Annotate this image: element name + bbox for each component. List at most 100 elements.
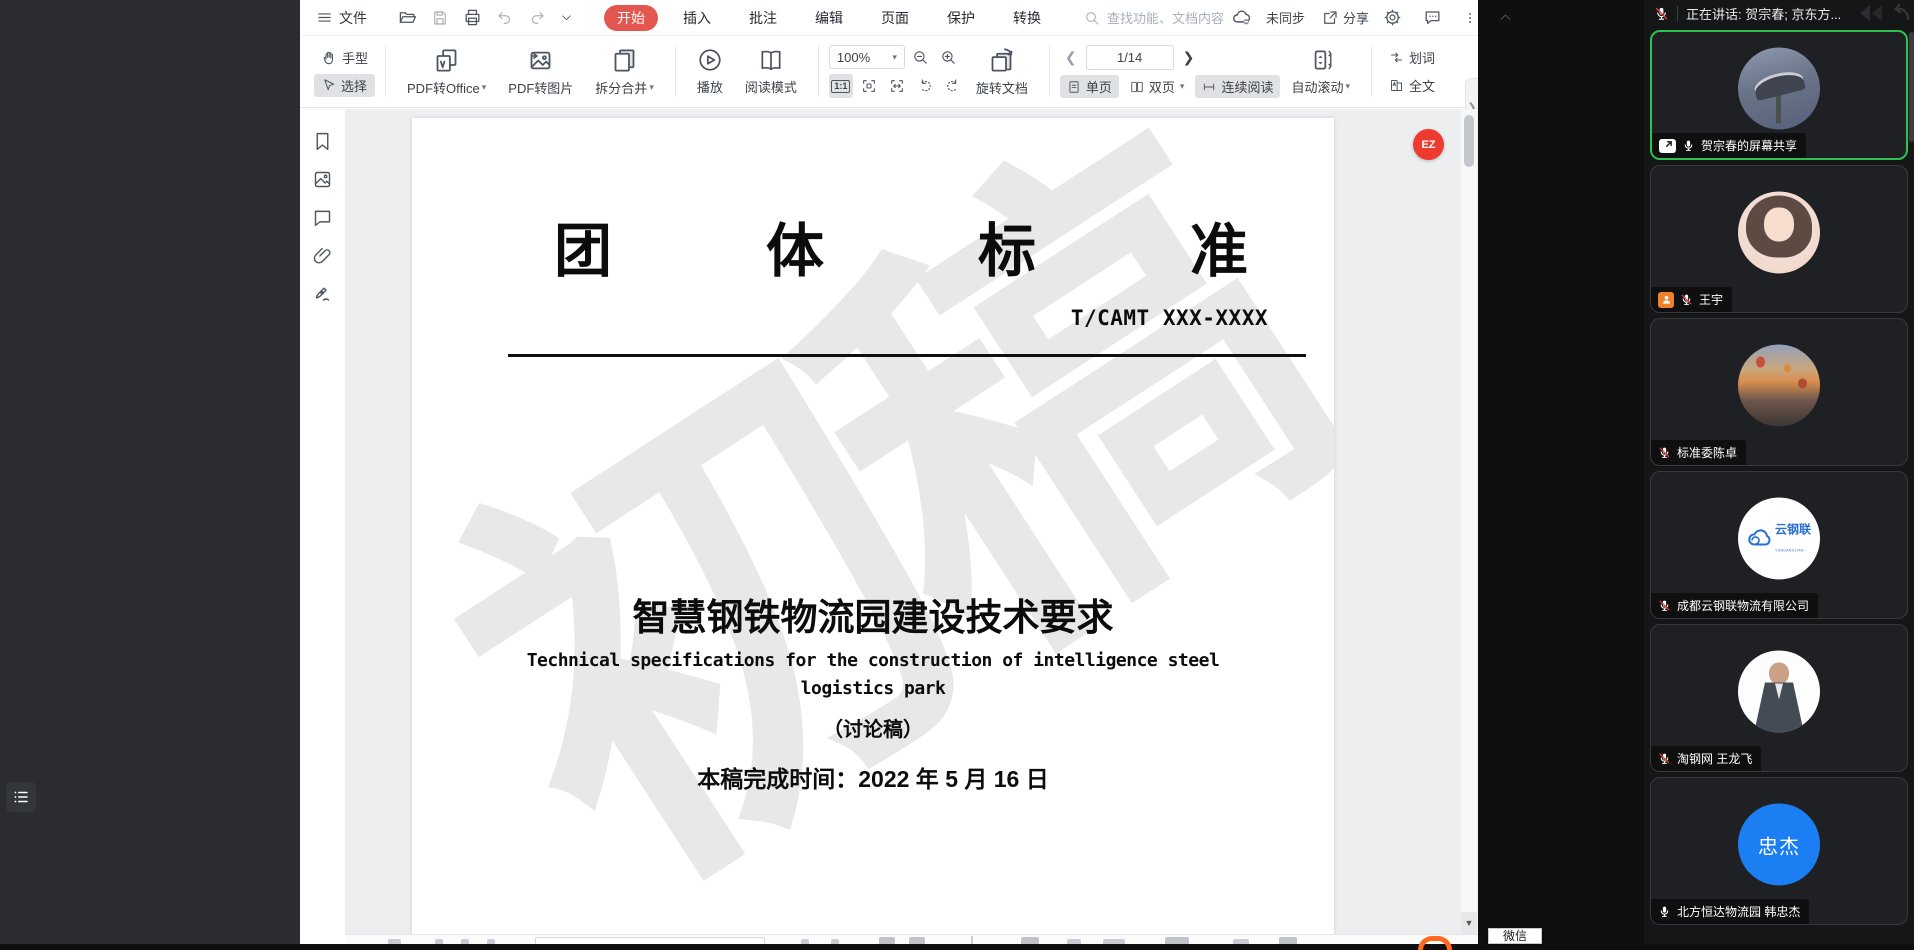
redo-button[interactable] [528,9,546,27]
page-indicator-value: 1/14 [1117,50,1142,65]
pdf-to-image-button[interactable]: PDF转图片 [497,36,584,107]
gear-icon [1383,8,1402,27]
split-merge-label: 拆分合并 [595,78,647,97]
one-to-one-label: 1:1 [831,80,850,93]
scroll-down-button[interactable]: ▼ [1461,912,1477,934]
fit-page-button[interactable] [857,74,881,98]
chevron-down-icon [560,11,573,24]
mic-muted-icon [1654,6,1669,21]
select-tool-label: 选择 [341,76,367,95]
full-translate-label: 全文 [1409,76,1435,95]
single-page-button[interactable]: 单页 [1060,75,1119,98]
print-button[interactable] [463,8,482,27]
participant-tile-chenzhuo[interactable]: 标准委陈卓 [1650,318,1908,466]
comments-panel-icon[interactable] [312,207,333,228]
split-merge-icon [611,47,638,74]
rotate-right-button[interactable] [941,74,965,98]
actual-size-button[interactable]: 1:1 [829,74,853,98]
zoom-in-button[interactable] [937,45,961,69]
cloud-unsynced-icon [1231,7,1252,28]
file-menu[interactable]: 文件 [316,8,367,28]
pdf-to-office-button[interactable]: PDF转Office▾ [396,36,497,107]
continuous-read-button[interactable]: 连续阅读 [1195,75,1280,98]
avatar-initials: 忠杰 [1738,803,1820,885]
outline-widget-button[interactable] [6,782,36,812]
pdf-to-image-icon [527,47,554,74]
page-indicator-input[interactable]: 1/14 [1086,45,1174,70]
panel-scrollbar-thumb[interactable] [1909,32,1914,142]
sync-status-label[interactable]: 未同步 [1266,8,1305,27]
tab-protect[interactable]: 保护 [934,5,988,31]
undo-icon [496,9,514,27]
tab-page[interactable]: 页面 [868,5,922,31]
scrollbar-thumb[interactable] [1464,115,1474,167]
rotate-left-button[interactable] [913,74,937,98]
fit-width-button[interactable] [885,74,909,98]
zoom-in-icon [940,49,957,66]
ribbon-tabs: 开始 插入 批注 编辑 页面 保护 转换 [598,5,1060,31]
select-tool-button[interactable]: 选择 [314,74,375,97]
participant-tile-yunganglian[interactable]: 云钢联YUNGANGLIAN 成都云钢联物流有限公司 [1650,471,1908,619]
search-input[interactable]: 查找功能、文档内容 [1084,8,1224,27]
double-page-button[interactable]: 双页▾ [1123,75,1192,98]
participant-tile-hanzhongjie[interactable]: 忠杰 北方恒达物流园 韩忠杰 [1650,777,1908,925]
share-button[interactable]: 分享 [1321,8,1369,27]
tab-home[interactable]: 开始 [604,5,658,31]
rotate-document-icon [988,47,1015,74]
play-button[interactable]: 播放 [686,36,734,107]
save-button[interactable] [431,9,449,27]
zoom-out-button[interactable] [909,45,933,69]
tab-convert[interactable]: 转换 [1000,5,1054,31]
collapse-ribbon-button[interactable] [1498,10,1513,25]
settings-button[interactable] [1383,8,1402,27]
avatar-man-suit [1738,650,1820,732]
zoom-level-select[interactable]: 100% ▾ [829,45,905,69]
participant-tile-screen-share[interactable]: 贺宗春的屏幕共享 [1650,30,1908,160]
read-mode-button[interactable]: 阅读模式 [734,36,808,107]
quickbar-more-button[interactable] [560,11,573,24]
bookmark-icon[interactable] [312,131,333,152]
redo-icon [528,9,546,27]
continuous-read-label: 连续阅读 [1221,77,1273,96]
feedback-button[interactable] [1423,8,1442,27]
open-file-button[interactable] [398,8,417,27]
avatar-woman-illustration [1738,191,1820,273]
status-bar [346,934,1478,944]
kebab-icon [1463,10,1477,26]
pdf-page: 初稿 团体标准 T/CAMT XXX-XXXX 智慧钢铁物流园建设技术要求 Te… [412,118,1334,934]
auto-scroll-button[interactable]: 自动滚动▾ [1280,36,1361,107]
floating-assistant-badge[interactable]: EZ [1413,129,1444,160]
vertical-scrollbar[interactable]: ▼ [1461,109,1477,934]
image-panel-icon[interactable] [312,169,333,190]
more-menu-button[interactable] [1463,10,1477,26]
chevron-up-icon [1498,10,1513,25]
tab-edit[interactable]: 编辑 [802,5,856,31]
tab-insert[interactable]: 插入 [670,5,724,31]
participant-tile-wanglongfei[interactable]: 淘钢网 王龙飞 [1650,624,1908,772]
split-merge-button[interactable]: 拆分合并▾ [584,36,665,107]
tab-annotate[interactable]: 批注 [736,5,790,31]
single-page-label: 单页 [1086,77,1112,96]
pdf-to-image-label: PDF转图片 [508,78,573,97]
participant-name: 淘钢网 王龙飞 [1677,750,1752,767]
next-page-button[interactable]: ❯ [1178,49,1200,66]
wechat-tooltip: 微信 [1488,928,1542,944]
word-translate-button[interactable]: 划词 [1382,46,1448,69]
document-canvas[interactable]: 初稿 团体标准 T/CAMT XXX-XXXX 智慧钢铁物流园建设技术要求 Te… [346,109,1478,934]
read-mode-label: 阅读模式 [745,77,797,96]
attachment-icon[interactable] [312,245,333,266]
hand-tool-button[interactable]: 手型 [314,46,375,69]
share-label: 分享 [1343,8,1369,27]
full-translate-button[interactable]: 全文 [1382,74,1448,97]
desktop-backdrop [0,0,300,944]
participant-tile-wangyu[interactable]: 王宇 [1650,165,1908,313]
undo-button[interactable] [496,9,514,27]
mic-muted-icon [1658,446,1671,459]
rotate-document-button[interactable]: 旋转文档 [965,36,1039,107]
cloud-sync-button[interactable] [1231,7,1252,28]
completion-date: 本稿完成时间：2022 年 5 月 16 日 [412,760,1334,794]
word-translate-icon [1389,50,1404,65]
panel-nav-arrows[interactable] [1856,3,1912,23]
signature-icon[interactable] [312,283,333,304]
prev-page-button[interactable]: ❮ [1060,49,1082,66]
